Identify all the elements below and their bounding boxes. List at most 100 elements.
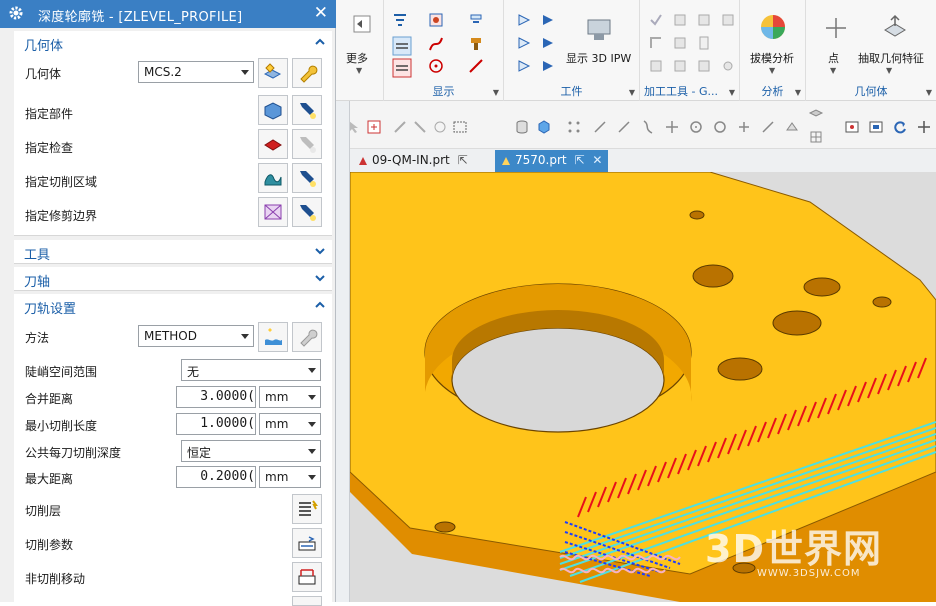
- tab-7570[interactable]: 7570.prt ⇱ ✕: [495, 150, 609, 172]
- grid-icon[interactable]: [808, 129, 824, 145]
- tool-copy-icon[interactable]: [672, 35, 688, 51]
- draft-analysis-dropdown-icon[interactable]: ▼: [769, 66, 775, 75]
- workpiece-group-dropdown-icon[interactable]: ▼: [629, 88, 635, 97]
- chevron-up-icon[interactable]: [314, 299, 326, 311]
- steep-range-select[interactable]: 无: [181, 359, 321, 381]
- chevron-down-icon[interactable]: [314, 245, 326, 257]
- next-option-button[interactable]: [292, 596, 322, 606]
- tool-grid-icon[interactable]: [672, 58, 688, 74]
- line-snap3-icon[interactable]: [760, 119, 776, 135]
- method-select[interactable]: METHOD: [138, 325, 254, 347]
- analysis-group-dropdown-icon[interactable]: ▼: [795, 88, 801, 97]
- geometry-section-header[interactable]: 几何体: [14, 31, 332, 55]
- common-depth-select[interactable]: 恒定: [181, 440, 321, 462]
- tool-axis-section[interactable]: 刀轴: [14, 267, 332, 291]
- merge-distance-unit-select[interactable]: mm: [259, 386, 321, 408]
- cutter-icon[interactable]: [468, 36, 484, 52]
- line-snap-icon[interactable]: [592, 119, 608, 135]
- target-icon[interactable]: [428, 58, 444, 74]
- curve-icon[interactable]: [428, 36, 444, 52]
- draft-analysis-icon[interactable]: [758, 12, 788, 42]
- tool-settings-icon[interactable]: [720, 58, 736, 74]
- fit-view-icon[interactable]: [844, 119, 860, 135]
- select-box-icon[interactable]: [366, 119, 382, 135]
- display-part-button[interactable]: [292, 95, 322, 125]
- extract-geometry-button[interactable]: 抽取几何特征: [858, 50, 924, 66]
- edit-geometry-button[interactable]: [292, 58, 322, 88]
- more-icon[interactable]: [352, 14, 372, 34]
- tool-axis-section-header[interactable]: 刀轴: [14, 267, 332, 291]
- path-settings-section-header[interactable]: 刀轨设置: [14, 294, 332, 318]
- tool-path-icon[interactable]: [648, 35, 664, 51]
- point-dropdown-icon[interactable]: ▼: [830, 66, 836, 75]
- quadrant-icon[interactable]: [712, 119, 728, 135]
- merge-distance-input[interactable]: 3.0000(: [176, 386, 256, 408]
- display-cut-area-button[interactable]: [292, 163, 322, 193]
- show-3d-ipw-button[interactable]: 显示 3D IPW: [566, 50, 631, 66]
- step-forward-icon[interactable]: [516, 35, 532, 51]
- snap-face-icon[interactable]: [432, 119, 448, 135]
- tool-check-icon[interactable]: [648, 12, 664, 28]
- display-option-icon[interactable]: [468, 12, 484, 28]
- edit-method-button[interactable]: [292, 322, 322, 352]
- tool-stack-icon[interactable]: [648, 58, 664, 74]
- min-cut-length-input[interactable]: 1.0000(: [176, 413, 256, 435]
- min-cut-length-unit-select[interactable]: mm: [259, 413, 321, 435]
- verify-icon[interactable]: [392, 58, 412, 78]
- cylinder-icon[interactable]: [514, 119, 530, 135]
- chevron-down-icon[interactable]: [314, 272, 326, 284]
- ipw-icon[interactable]: [584, 16, 614, 42]
- center-icon[interactable]: [688, 119, 704, 135]
- play-icon[interactable]: [540, 12, 556, 28]
- tool-section-header[interactable]: 工具: [14, 240, 332, 264]
- grid-points-icon[interactable]: [566, 119, 582, 135]
- tool-info-icon[interactable]: [720, 12, 736, 28]
- select-cut-area-button[interactable]: [258, 163, 288, 193]
- plus-snap-icon[interactable]: [736, 119, 752, 135]
- zoom-icon[interactable]: [868, 119, 884, 135]
- close-icon[interactable]: ✕: [314, 3, 328, 23]
- draft-analysis-button[interactable]: 拔模分析: [750, 50, 794, 66]
- snap-icon[interactable]: [392, 119, 408, 135]
- tool-view-icon[interactable]: [696, 58, 712, 74]
- tab-09-qm-in[interactable]: 09-QM-IN.prt ⇱: [352, 150, 474, 172]
- more-button[interactable]: 更多: [346, 50, 368, 66]
- snap-point-icon[interactable]: [412, 119, 428, 135]
- pan-icon[interactable]: [916, 119, 932, 135]
- line-snap2-icon[interactable]: [616, 119, 632, 135]
- display-group-dropdown-icon[interactable]: ▼: [493, 88, 499, 97]
- curve-snap-icon[interactable]: [640, 119, 656, 135]
- end-icon[interactable]: [516, 58, 532, 74]
- geometry-select[interactable]: MCS.2: [138, 61, 254, 83]
- tab-external-icon[interactable]: ⇱: [574, 153, 584, 167]
- rect-select-icon[interactable]: [452, 119, 468, 135]
- view-frame-icon[interactable]: [428, 12, 444, 28]
- select-trim-boundary-button[interactable]: [258, 197, 288, 227]
- chevron-up-icon[interactable]: [314, 36, 326, 48]
- select-part-button[interactable]: [258, 95, 288, 125]
- non-cut-moves-button[interactable]: [292, 562, 322, 592]
- display-check-button[interactable]: [292, 129, 322, 159]
- point-icon[interactable]: [824, 16, 848, 40]
- toolpath-display-icon[interactable]: [392, 36, 412, 56]
- filter-icon[interactable]: [392, 12, 408, 28]
- play-forward-icon[interactable]: [516, 12, 532, 28]
- tab-external-icon[interactable]: ⇱: [458, 153, 468, 167]
- machining-tools-dropdown-icon[interactable]: ▼: [729, 88, 735, 97]
- line-icon[interactable]: [468, 58, 484, 74]
- tool-list-icon[interactable]: [672, 12, 688, 28]
- point-button[interactable]: 点: [828, 50, 839, 66]
- step-icon[interactable]: [540, 35, 556, 51]
- max-distance-unit-select[interactable]: mm: [259, 466, 321, 488]
- display-trim-boundary-button[interactable]: [292, 197, 322, 227]
- extract-geometry-icon[interactable]: [880, 12, 910, 42]
- tool-library-icon[interactable]: [696, 12, 712, 28]
- more-dropdown-icon[interactable]: ▼: [356, 66, 362, 75]
- new-method-button[interactable]: [258, 322, 288, 352]
- rotate-icon[interactable]: [892, 119, 908, 135]
- select-check-button[interactable]: [258, 129, 288, 159]
- tool-section[interactable]: 工具: [14, 240, 332, 264]
- cube-icon[interactable]: [536, 119, 552, 135]
- max-distance-input[interactable]: 0.2000(: [176, 466, 256, 488]
- tool-doc-icon[interactable]: [696, 35, 712, 51]
